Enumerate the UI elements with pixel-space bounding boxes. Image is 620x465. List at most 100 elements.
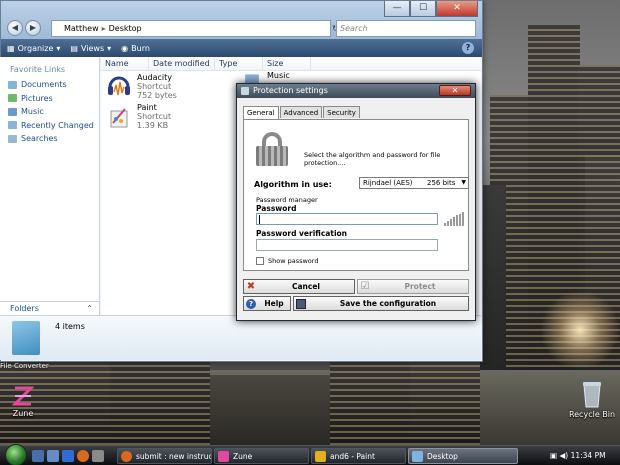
password-input[interactable] xyxy=(256,213,438,225)
check-icon: ☑ xyxy=(360,281,370,292)
taskbar-item-label: submit : new instruc... xyxy=(136,452,212,461)
clock[interactable]: 11:34 PM xyxy=(571,451,606,460)
folders-label: Folders xyxy=(10,304,39,313)
taskbar-item-paint[interactable]: and6 - Paint xyxy=(311,448,406,464)
ie-icon[interactable] xyxy=(62,450,74,462)
sidebar-item-label: Searches xyxy=(21,134,58,144)
sidebar-item-recently-changed[interactable]: Recently Changed xyxy=(8,119,99,133)
file-size: 752 bytes xyxy=(137,91,177,100)
file-item-paint[interactable]: Paint Shortcut 1.39 KB xyxy=(105,103,171,131)
cancel-button[interactable]: ✖ Cancel xyxy=(243,279,355,294)
breadcrumb-item[interactable]: Matthew xyxy=(64,24,99,33)
help-icon: ? xyxy=(244,297,258,310)
views-button[interactable]: ▤ Views ▾ xyxy=(70,44,111,53)
help-icon[interactable]: ? xyxy=(462,42,474,54)
desktop-icon-zune[interactable]: Zune xyxy=(4,385,42,418)
system-tray: ▣ ◀) 11:34 PM xyxy=(550,448,620,464)
firefox-icon[interactable] xyxy=(77,450,89,462)
views-icon: ▤ xyxy=(70,43,78,53)
column-header-type[interactable]: Type xyxy=(215,57,263,70)
start-button[interactable] xyxy=(5,444,27,465)
desktop-icon-recycle-bin[interactable]: Recycle Bin xyxy=(568,380,616,419)
help-label: Help xyxy=(264,299,284,308)
music-icon xyxy=(8,107,17,116)
sidebar-item-label: Documents xyxy=(21,80,67,90)
password-manager-label: Password manager xyxy=(256,196,318,204)
file-converter-label: File Converter xyxy=(0,362,49,370)
algorithm-bits: 256 bits xyxy=(427,179,456,187)
tab-security[interactable]: Security xyxy=(323,106,360,118)
favorite-links-header: Favorite Links xyxy=(10,65,66,74)
file-name: Music xyxy=(267,71,290,80)
sidebar-item-searches[interactable]: Searches xyxy=(8,132,99,146)
zune-icon xyxy=(11,386,35,406)
quick-launch-icon[interactable] xyxy=(92,450,104,462)
documents-icon xyxy=(8,80,17,89)
save-label: Save the configuration xyxy=(339,299,437,308)
recent-icon xyxy=(8,121,17,130)
show-desktop-icon[interactable] xyxy=(32,450,44,462)
dialog-tabs: General Advanced Security xyxy=(243,106,361,119)
dialog-description: Select the algorithm and password for fi… xyxy=(304,151,441,167)
forward-button[interactable]: ▶ xyxy=(25,20,41,36)
switch-windows-icon[interactable] xyxy=(47,450,59,462)
protect-button[interactable]: ☑ Protect xyxy=(357,279,469,294)
search-input[interactable]: Search xyxy=(336,20,476,37)
chevron-down-icon: ▼ xyxy=(461,179,466,186)
checkbox[interactable] xyxy=(256,257,264,265)
cancel-label: Cancel xyxy=(291,282,320,291)
window-controls: — ☐ ✕ xyxy=(384,1,478,17)
taskbar-item-desktop[interactable]: Desktop xyxy=(408,448,518,464)
column-header-name[interactable]: Name xyxy=(101,57,149,70)
file-size: 1.39 KB xyxy=(137,121,169,130)
network-icon[interactable]: ▣ xyxy=(550,451,557,460)
dialog-app-icon xyxy=(241,87,249,95)
dialog-title: Protection settings xyxy=(253,86,328,95)
audacity-icon xyxy=(108,76,130,96)
organize-button[interactable]: ▦ Organize ▾ xyxy=(7,44,60,53)
item-count: 4 items xyxy=(55,322,85,331)
back-button[interactable]: ◀ xyxy=(7,20,23,36)
tab-advanced[interactable]: Advanced xyxy=(279,106,323,118)
protect-label: Protect xyxy=(404,282,436,291)
verification-input[interactable] xyxy=(256,239,438,251)
sidebar-item-documents[interactable]: Documents xyxy=(8,78,99,92)
algorithm-select[interactable]: Rijndael (AES) 256 bits ▼ xyxy=(359,177,469,189)
column-header-size[interactable]: Size xyxy=(263,57,311,70)
dialog-close-button[interactable]: ✕ xyxy=(439,85,471,96)
details-pane: 4 items xyxy=(0,315,481,360)
navigation-pane: Favorite Links Documents Pictures Music … xyxy=(0,57,100,315)
taskbar-item-zune[interactable]: Zune xyxy=(214,448,309,464)
pictures-icon xyxy=(8,94,17,103)
taskbar-item-label: and6 - Paint xyxy=(330,452,375,461)
taskbar-item-firefox[interactable]: submit : new instruc... xyxy=(117,448,212,464)
general-tab-panel: Select the algorithm and password for fi… xyxy=(243,119,469,271)
file-type: Shortcut xyxy=(137,112,172,121)
burn-label: Burn xyxy=(131,43,150,53)
folders-toggle[interactable]: Folders ⌃ xyxy=(0,301,99,315)
help-button[interactable]: ? Help xyxy=(243,296,291,311)
tab-general[interactable]: General xyxy=(243,106,279,119)
address-bar[interactable]: Matthew▸Desktop ↻ xyxy=(51,20,339,37)
zune-icon xyxy=(218,451,229,462)
paint-icon xyxy=(110,108,128,128)
maximize-button[interactable]: ☐ xyxy=(410,1,436,17)
minimize-button[interactable]: — xyxy=(384,1,410,17)
sidebar-item-pictures[interactable]: Pictures xyxy=(8,92,99,106)
volume-icon[interactable]: ◀) xyxy=(559,451,568,460)
recycle-bin-icon xyxy=(583,382,601,408)
taskbar-item-label: Zune xyxy=(233,452,253,461)
sidebar-item-music[interactable]: Music xyxy=(8,105,99,119)
breadcrumb-item[interactable]: Desktop xyxy=(109,24,142,33)
paint-icon xyxy=(315,451,326,462)
show-password-checkbox[interactable]: Show password xyxy=(256,257,318,265)
searches-icon xyxy=(8,134,17,143)
desktop-icon-label: Zune xyxy=(12,409,34,418)
column-header-date-modified[interactable]: Date modified xyxy=(149,57,215,70)
save-configuration-button[interactable]: Save the configuration xyxy=(293,296,469,311)
burn-button[interactable]: ◉ Burn xyxy=(121,44,150,53)
dialog-title-bar: Protection settings ✕ xyxy=(237,84,475,98)
cancel-icon: ✖ xyxy=(246,281,256,292)
close-button[interactable]: ✕ xyxy=(436,1,478,17)
file-item-audacity[interactable]: Audacity Shortcut 752 bytes xyxy=(105,73,177,101)
